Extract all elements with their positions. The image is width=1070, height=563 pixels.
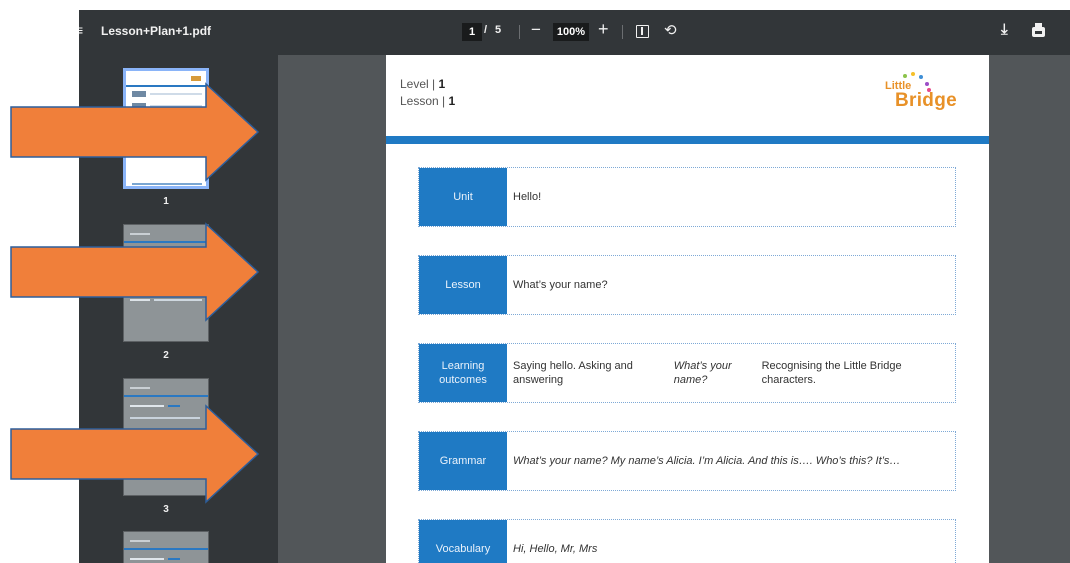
viewer-toolbar: ≡ Lesson+Plan+1.pdf 1 / 5 − 100% + ⟲ ⤓ ⋮	[79, 10, 1070, 55]
thumbnail-page-number: 3	[163, 504, 169, 515]
lesson-row-grammar: Grammar What’s your name? My name’s Alic…	[418, 431, 956, 491]
fit-page-icon[interactable]	[636, 25, 649, 38]
header-divider	[386, 136, 989, 144]
thumb-logo	[191, 76, 201, 81]
rotate-icon[interactable]: ⟲	[664, 21, 677, 39]
lesson-row-lesson: Lesson What’s your name?	[418, 255, 956, 315]
more-icon[interactable]: ⋮	[1064, 23, 1070, 40]
level-value: 1	[438, 77, 446, 91]
menu-icon[interactable]: ≡	[79, 22, 85, 42]
row-label: Unit	[419, 168, 507, 226]
lesson-value: 1	[448, 94, 456, 108]
pdf-page: Level | 1 Lesson | 1 Little Bridge Unit …	[386, 55, 989, 563]
row-value: What’s your name? My name’s Alicia. I’m …	[513, 455, 901, 467]
print-icon[interactable]	[1032, 23, 1045, 37]
orange-arrow-annotation	[10, 404, 260, 504]
page-thumbnail-4[interactable]	[123, 531, 209, 563]
page-number-input[interactable]: 1	[462, 23, 482, 41]
page-separator: /	[484, 24, 488, 36]
zoom-out-button[interactable]: −	[531, 20, 541, 40]
orange-arrow-annotation	[10, 222, 260, 322]
orange-arrow-annotation	[10, 82, 260, 182]
zoom-in-button[interactable]: +	[598, 19, 609, 40]
file-name: Lesson+Plan+1.pdf	[101, 24, 212, 38]
lesson-row-unit: Unit Hello!	[418, 167, 956, 227]
page-total: 5	[495, 24, 502, 36]
zoom-input[interactable]: 100%	[553, 23, 589, 41]
level-header: Level | 1	[400, 77, 445, 91]
row-label: Grammar	[419, 432, 507, 490]
row-value: Saying hello. Asking and answering What’…	[513, 360, 902, 386]
lesson-row-learning-outcomes: Learning outcomes Saying hello. Asking a…	[418, 343, 956, 403]
row-label: Learning outcomes	[419, 344, 507, 402]
row-value: What’s your name?	[513, 279, 608, 291]
lesson-row-vocabulary: Vocabulary Hi, Hello, Mr, Mrs	[418, 519, 956, 563]
row-value: Hi, Hello, Mr, Mrs	[513, 543, 598, 555]
download-icon[interactable]: ⤓	[1001, 21, 1008, 38]
row-label: Vocabulary	[419, 520, 507, 563]
thumbnail-page-number: 1	[163, 196, 169, 207]
toolbar-divider	[519, 25, 520, 39]
toolbar-divider	[622, 25, 623, 39]
row-label: Lesson	[419, 256, 507, 314]
little-bridge-logo: Little Bridge	[883, 70, 973, 120]
thumbnail-page-number: 2	[163, 350, 169, 361]
lesson-label: Lesson |	[400, 94, 446, 108]
row-value: Hello!	[513, 191, 542, 203]
lesson-header: Lesson | 1	[400, 94, 455, 108]
level-label: Level |	[400, 77, 436, 91]
